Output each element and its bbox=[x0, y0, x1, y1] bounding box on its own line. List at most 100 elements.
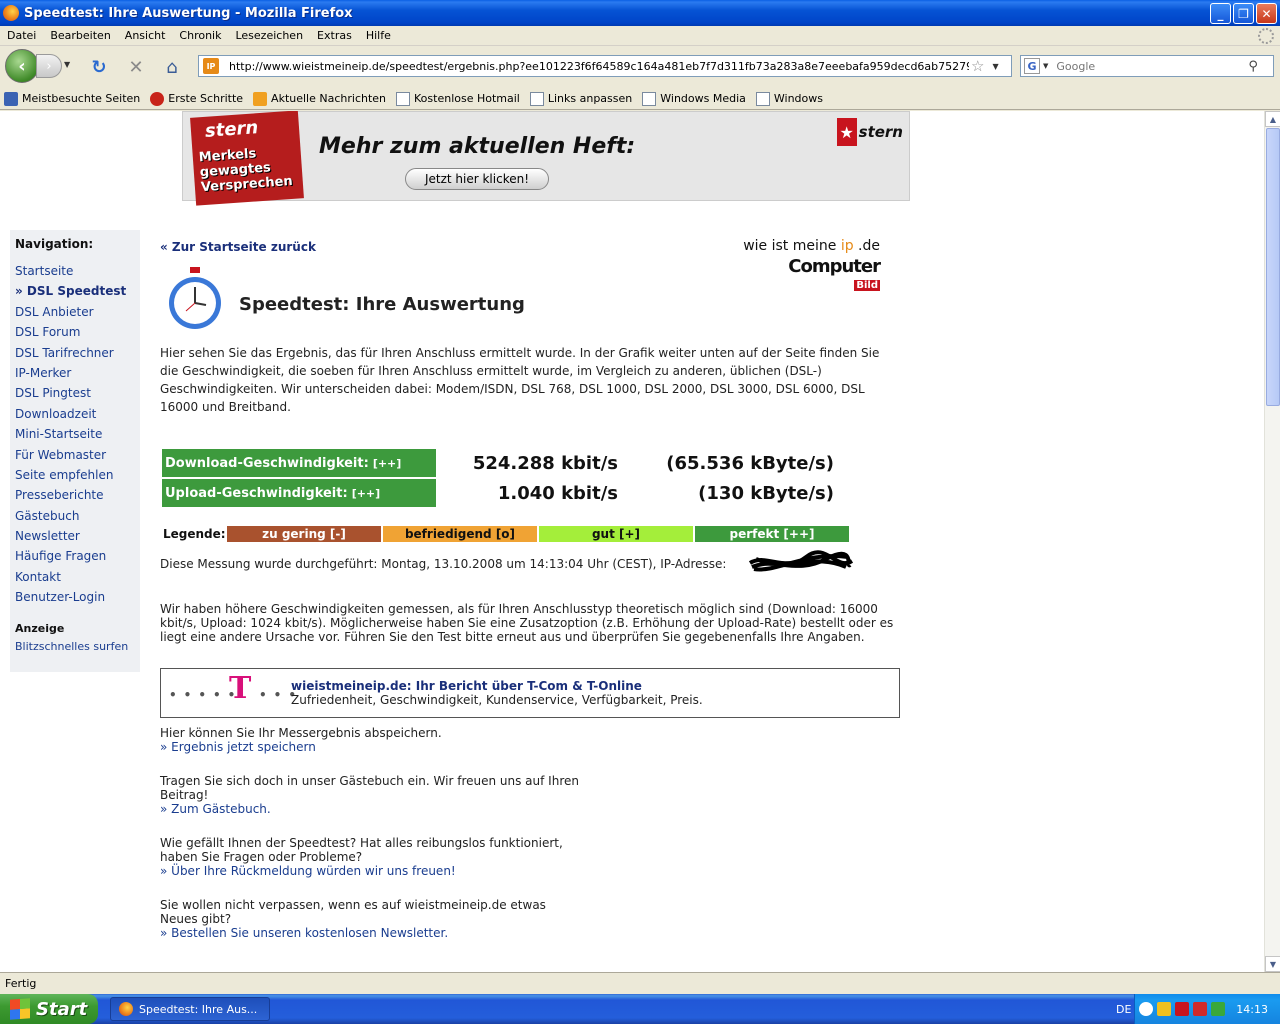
nav-dsl-speedtest[interactable]: » DSL Speedtest bbox=[15, 283, 135, 303]
nav-dsl-tarifrechner[interactable]: DSL Tarifrechner bbox=[15, 345, 135, 365]
firefox-icon bbox=[119, 1002, 133, 1016]
tcom-report-link[interactable]: wieistmeineip.de: Ihr Bericht über T-Com… bbox=[291, 679, 642, 693]
start-button[interactable]: Start bbox=[0, 994, 98, 1024]
network-icon[interactable] bbox=[1211, 1002, 1225, 1016]
ad-link[interactable]: Blitzschnelles surfen bbox=[15, 640, 135, 653]
forward-arrow-icon: › bbox=[46, 58, 52, 74]
page-icon bbox=[755, 91, 770, 106]
reload-icon[interactable]: ↻ bbox=[88, 56, 110, 78]
bookmark-windows[interactable]: Windows bbox=[755, 91, 823, 106]
security-shield-icon[interactable] bbox=[1157, 1002, 1171, 1016]
back-button[interactable]: ‹ bbox=[5, 49, 39, 83]
nav-fuer-webmaster[interactable]: Für Webmaster bbox=[15, 447, 135, 467]
folder-icon bbox=[4, 91, 18, 106]
window-title-bar[interactable]: Speedtest: Ihre Auswertung - Mozilla Fir… bbox=[0, 0, 1280, 26]
nav-benutzer-login[interactable]: Benutzer-Login bbox=[15, 589, 135, 609]
feedback-text: Wie gefällt Ihnen der Speedtest? Hat all… bbox=[160, 836, 563, 864]
page-icon bbox=[642, 91, 657, 106]
back-arrow-icon: ‹ bbox=[18, 55, 26, 77]
vertical-scrollbar[interactable]: ▲ ▼ bbox=[1264, 111, 1280, 972]
bookmark-windows-media[interactable]: Windows Media bbox=[642, 91, 746, 106]
url-dropdown-icon[interactable]: ▼ bbox=[992, 62, 998, 71]
url-text[interactable]: http://www.wieistmeineip.de/speedtest/er… bbox=[229, 60, 969, 73]
nav-newsletter[interactable]: Newsletter bbox=[15, 528, 135, 548]
bookmark-aktuelle-nachrichten[interactable]: Aktuelle Nachrichten bbox=[253, 91, 386, 106]
scroll-thumb[interactable] bbox=[1266, 128, 1280, 406]
minimize-button[interactable]: _ bbox=[1210, 3, 1231, 24]
ad-heading: Anzeige bbox=[15, 621, 65, 635]
stop-icon[interactable]: ✕ bbox=[125, 56, 147, 78]
scroll-down-icon[interactable]: ▼ bbox=[1265, 956, 1280, 972]
menu-extras[interactable]: Extras bbox=[310, 29, 359, 42]
nav-heading: Navigation: bbox=[15, 237, 94, 251]
nav-kontakt[interactable]: Kontakt bbox=[15, 569, 135, 589]
bookmarks-toolbar: Meistbesuchte Seiten Erste Schritte Aktu… bbox=[0, 88, 1280, 110]
history-dropdown-icon[interactable]: ▼ bbox=[64, 60, 70, 69]
bookmark-erste-schritte[interactable]: Erste Schritte bbox=[150, 91, 243, 106]
url-bar[interactable]: IP http://www.wieistmeineip.de/speedtest… bbox=[198, 55, 1012, 77]
upload-rating: [++] bbox=[351, 486, 381, 500]
menu-chronik[interactable]: Chronik bbox=[172, 29, 228, 42]
language-indicator[interactable]: DE bbox=[1116, 1003, 1131, 1016]
back-to-home-link[interactable]: « Zur Startseite zurück bbox=[160, 240, 316, 254]
bookmark-label: Links anpassen bbox=[547, 92, 633, 105]
nav-seite-empfehlen[interactable]: Seite empfehlen bbox=[15, 467, 135, 487]
legend-perfect: perfekt [++] bbox=[695, 526, 849, 542]
download-kbit: 524.288 kbit/s bbox=[472, 453, 618, 474]
bookmark-star-icon[interactable]: ☆ bbox=[971, 57, 984, 75]
bookmark-label: Meistbesuchte Seiten bbox=[22, 92, 141, 105]
tcom-report-box[interactable]: ••••• T ••• wieistmeineip.de: Ihr Berich… bbox=[160, 668, 900, 718]
ati-icon[interactable] bbox=[1175, 1002, 1189, 1016]
menu-datei[interactable]: Datei bbox=[0, 29, 43, 42]
nav-gaestebuch[interactable]: Gästebuch bbox=[15, 508, 135, 528]
upload-kbit: 1.040 kbit/s bbox=[497, 483, 618, 504]
taskbar-firefox-window[interactable]: Speedtest: Ihre Aus... bbox=[110, 997, 270, 1021]
menu-bearbeiten[interactable]: Bearbeiten bbox=[43, 29, 117, 42]
close-button[interactable]: ✕ bbox=[1256, 3, 1277, 24]
search-bar[interactable]: G ▼ ⚲ bbox=[1020, 55, 1274, 77]
download-kbyte: (65.536 kByte/s) bbox=[666, 453, 834, 474]
nav-startseite[interactable]: Startseite bbox=[15, 263, 135, 283]
nav-dsl-pingtest[interactable]: DSL Pingtest bbox=[15, 385, 135, 405]
banner-cta-button[interactable]: Jetzt hier klicken! bbox=[405, 168, 549, 190]
menu-hilfe[interactable]: Hilfe bbox=[359, 29, 398, 42]
nav-ip-merker[interactable]: IP-Merker bbox=[15, 365, 135, 385]
search-engine-dropdown-icon[interactable]: ▼ bbox=[1043, 62, 1048, 70]
site-favicon: IP bbox=[203, 58, 219, 74]
nav-haeufige-fragen[interactable]: Häufige Fragen bbox=[15, 548, 135, 568]
page-icon bbox=[396, 91, 411, 106]
intro-text: Hier sehen Sie das Ergebnis, das für Ihr… bbox=[160, 346, 880, 414]
guestbook-link[interactable]: » Zum Gästebuch. bbox=[160, 802, 580, 816]
tcom-logo: T bbox=[229, 671, 252, 706]
stern-ad-banner[interactable]: stern Merkels gewagtes Versprechen Mehr … bbox=[182, 111, 910, 206]
home-icon[interactable]: ⌂ bbox=[161, 56, 183, 78]
save-result-link[interactable]: » Ergebnis jetzt speichern bbox=[160, 740, 600, 754]
feedback-link[interactable]: » Über Ihre Rückmeldung würden wir uns f… bbox=[160, 864, 600, 878]
menu-ansicht[interactable]: Ansicht bbox=[118, 29, 173, 42]
firefox-icon bbox=[3, 5, 19, 21]
bluetooth-icon[interactable] bbox=[1139, 1002, 1153, 1016]
forward-button[interactable]: › bbox=[36, 54, 62, 78]
stern-brand: stern bbox=[858, 123, 903, 141]
nav-dsl-anbieter[interactable]: DSL Anbieter bbox=[15, 304, 135, 324]
speed-warning-text: Wir haben höhere Geschwindigkeiten gemes… bbox=[160, 602, 894, 644]
nav-dsl-forum[interactable]: DSL Forum bbox=[15, 324, 135, 344]
redacted-ip-scribble bbox=[748, 550, 854, 572]
search-engine-icon[interactable]: G bbox=[1024, 58, 1040, 74]
download-label-box: Download-Geschwindigkeit: [++] bbox=[162, 449, 436, 477]
restore-button[interactable]: ❐ bbox=[1233, 3, 1254, 24]
search-icon[interactable]: ⚲ bbox=[1248, 59, 1258, 74]
antivirus-icon[interactable] bbox=[1193, 1002, 1207, 1016]
nav-downloadzeit[interactable]: Downloadzeit bbox=[15, 406, 135, 426]
search-input[interactable] bbox=[1056, 59, 1247, 73]
nav-mini-startseite[interactable]: Mini-Startseite bbox=[15, 426, 135, 446]
window-title: Speedtest: Ihre Auswertung - Mozilla Fir… bbox=[24, 5, 353, 21]
logo-ip: ip bbox=[840, 238, 854, 254]
bookmark-meistbesuchte-seiten[interactable]: Meistbesuchte Seiten bbox=[4, 91, 141, 106]
nav-presseberichte[interactable]: Presseberichte bbox=[15, 487, 135, 507]
newsletter-link[interactable]: » Bestellen Sie unseren kostenlosen News… bbox=[160, 926, 580, 940]
bookmark-kostenlose-hotmail[interactable]: Kostenlose Hotmail bbox=[396, 91, 520, 106]
menu-lesezeichen[interactable]: Lesezeichen bbox=[228, 29, 310, 42]
bookmark-links-anpassen[interactable]: Links anpassen bbox=[529, 91, 633, 106]
scroll-up-icon[interactable]: ▲ bbox=[1265, 111, 1280, 127]
